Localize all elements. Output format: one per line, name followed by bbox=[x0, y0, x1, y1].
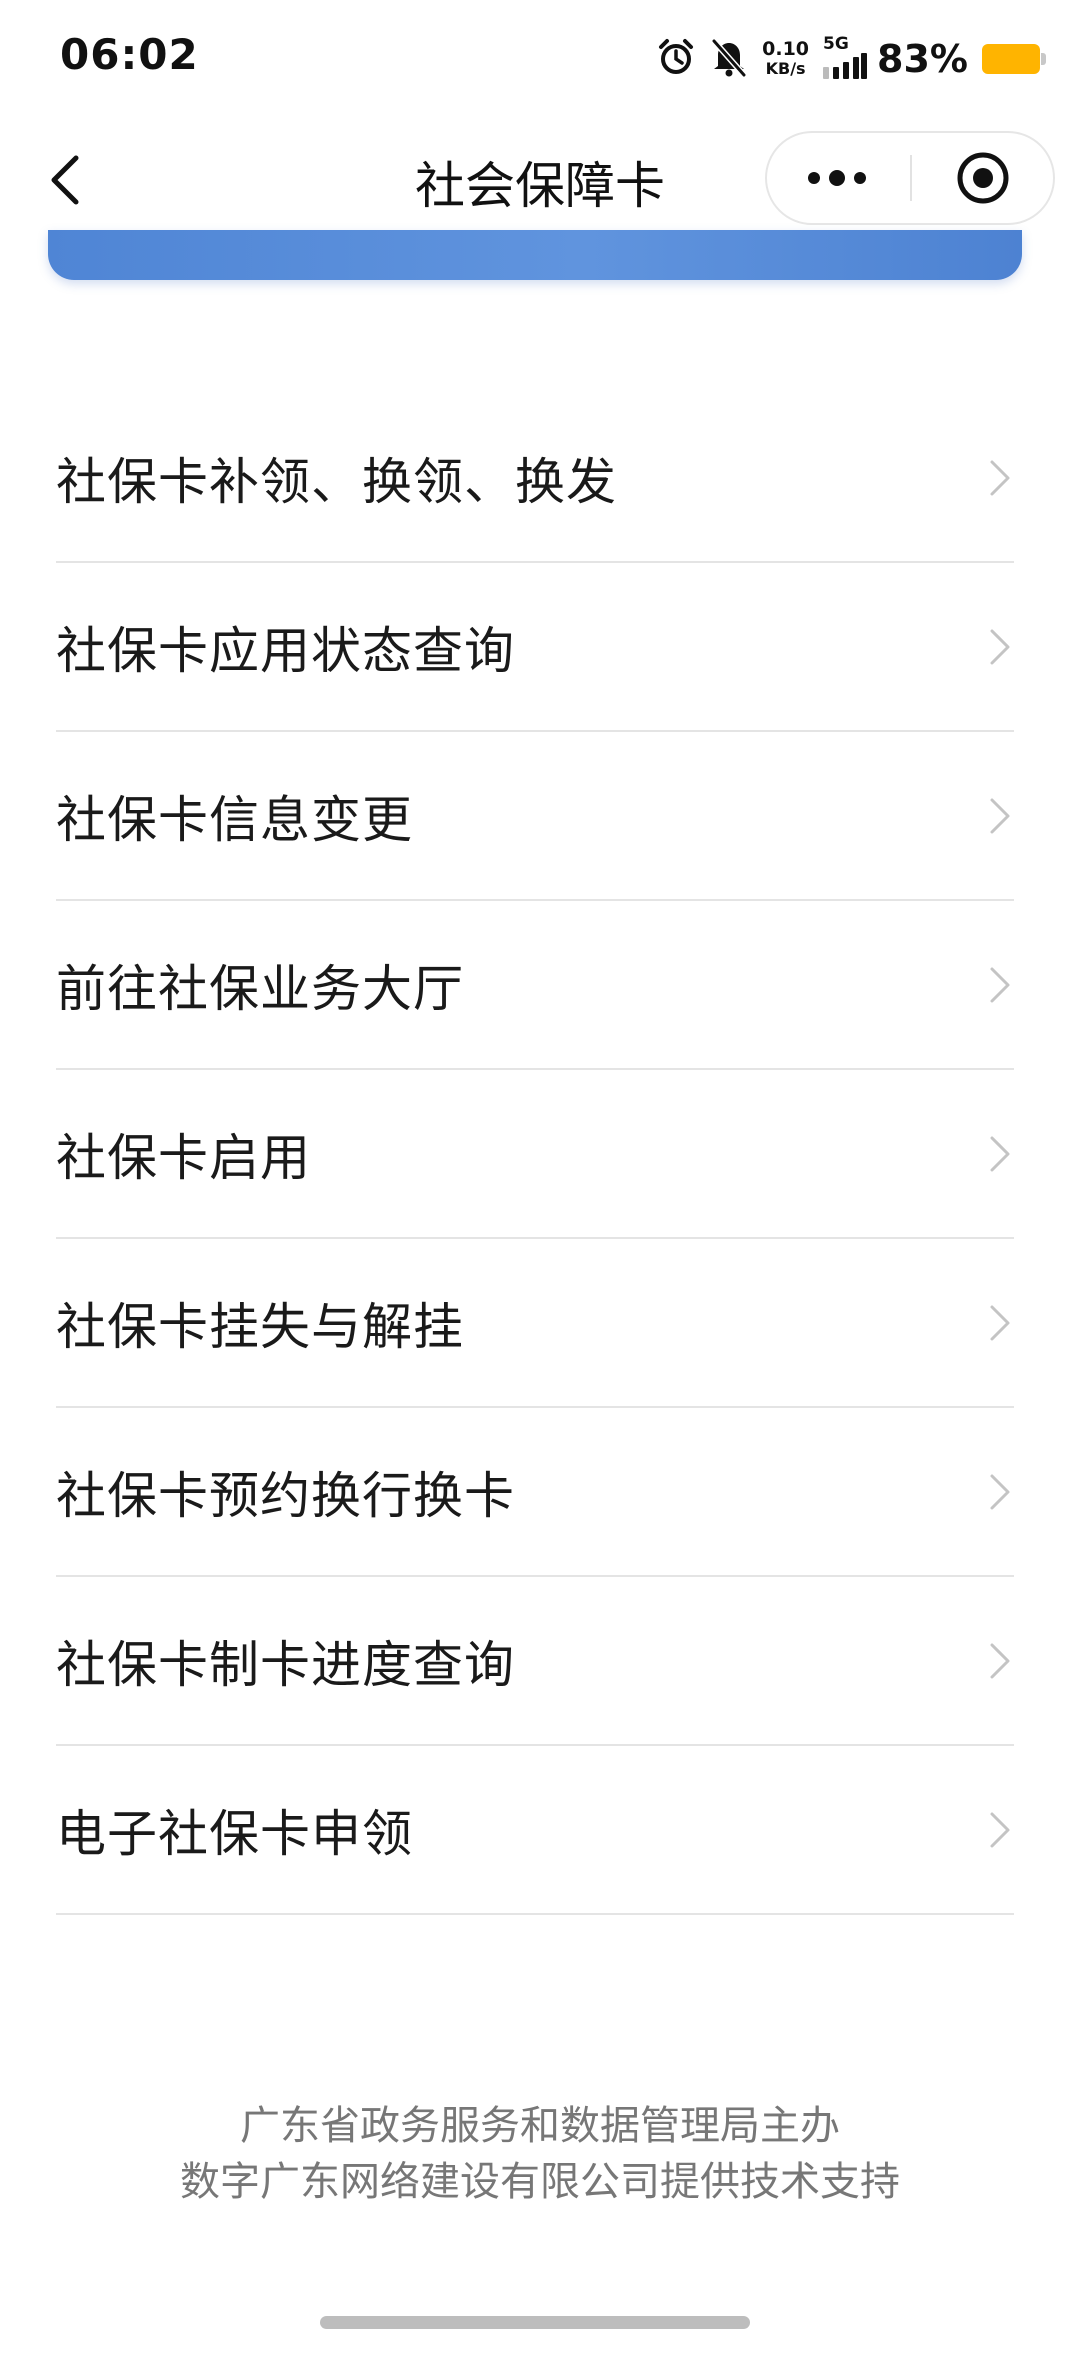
menu-item-card-activation[interactable]: 社保卡启用 bbox=[56, 1070, 1014, 1239]
signal-icon bbox=[823, 53, 868, 83]
title-bar: 社会保障卡 bbox=[0, 120, 1080, 240]
net-speed-unit: KB/s bbox=[765, 59, 806, 78]
status-bar: 06:02 0.10 KB/s 5G 83% bbox=[0, 0, 1080, 120]
more-dots-icon bbox=[808, 170, 866, 186]
chevron-right-icon bbox=[990, 1136, 1010, 1171]
chevron-right-icon bbox=[990, 460, 1010, 495]
chevron-right-icon bbox=[990, 1305, 1010, 1340]
menu-item-label: 社保卡预约换行换卡 bbox=[56, 1466, 515, 1525]
menu-item-report-loss[interactable]: 社保卡挂失与解挂 bbox=[56, 1239, 1014, 1408]
chevron-right-icon bbox=[990, 1474, 1010, 1509]
banner bbox=[48, 230, 1022, 280]
chevron-right-icon bbox=[990, 967, 1010, 1002]
net-speed-value: 0.10 bbox=[762, 38, 810, 60]
close-button[interactable] bbox=[913, 133, 1053, 223]
chevron-right-icon bbox=[990, 1812, 1010, 1847]
menu-item-label: 社保卡信息变更 bbox=[56, 790, 413, 849]
menu-list: 社保卡补领、换领、换发 社保卡应用状态查询 社保卡信息变更 前往社保业务大厅 社… bbox=[56, 394, 1014, 1915]
mute-bell-icon bbox=[710, 37, 748, 81]
chevron-right-icon bbox=[990, 798, 1010, 833]
chevron-right-icon bbox=[990, 1643, 1010, 1678]
net-speed: 0.10 KB/s bbox=[762, 38, 810, 79]
menu-item-card-reissue[interactable]: 社保卡补领、换领、换发 bbox=[56, 394, 1014, 563]
mini-program-capsule bbox=[765, 131, 1055, 225]
battery-percent: 83% bbox=[877, 37, 968, 81]
capsule-divider bbox=[910, 155, 912, 201]
menu-item-label: 社保卡应用状态查询 bbox=[56, 621, 515, 680]
battery-icon bbox=[982, 44, 1046, 74]
menu-item-info-change[interactable]: 社保卡信息变更 bbox=[56, 732, 1014, 901]
chevron-right-icon bbox=[990, 629, 1010, 664]
alarm-icon bbox=[656, 37, 696, 81]
home-indicator[interactable] bbox=[320, 2316, 750, 2329]
menu-item-label: 社保卡补领、换领、换发 bbox=[56, 452, 617, 511]
menu-item-service-hall[interactable]: 前往社保业务大厅 bbox=[56, 901, 1014, 1070]
signal-group: 5G bbox=[823, 34, 868, 83]
footer-sponsor: 广东省政务服务和数据管理局主办 bbox=[240, 2103, 840, 2149]
menu-item-label: 社保卡制卡进度查询 bbox=[56, 1635, 515, 1694]
menu-item-e-card-apply[interactable]: 电子社保卡申领 bbox=[56, 1746, 1014, 1915]
status-time: 06:02 bbox=[60, 30, 199, 79]
menu-item-app-status-query[interactable]: 社保卡应用状态查询 bbox=[56, 563, 1014, 732]
menu-item-production-progress[interactable]: 社保卡制卡进度查询 bbox=[56, 1577, 1014, 1746]
menu-item-label: 社保卡挂失与解挂 bbox=[56, 1297, 464, 1356]
menu-item-bank-change[interactable]: 社保卡预约换行换卡 bbox=[56, 1408, 1014, 1577]
footer-tech-support: 数字广东网络建设有限公司提供技术支持 bbox=[180, 2159, 900, 2205]
status-icons: 0.10 KB/s 5G 83% bbox=[642, 34, 1046, 84]
more-button[interactable] bbox=[767, 133, 907, 223]
network-type: 5G bbox=[823, 34, 849, 54]
menu-item-label: 社保卡启用 bbox=[56, 1128, 311, 1187]
menu-item-label: 电子社保卡申领 bbox=[56, 1804, 413, 1863]
menu-item-label: 前往社保业务大厅 bbox=[56, 959, 464, 1018]
footer: 广东省政务服务和数据管理局主办 数字广东网络建设有限公司提供技术支持 bbox=[0, 2098, 1080, 2210]
target-close-icon bbox=[957, 152, 1009, 204]
